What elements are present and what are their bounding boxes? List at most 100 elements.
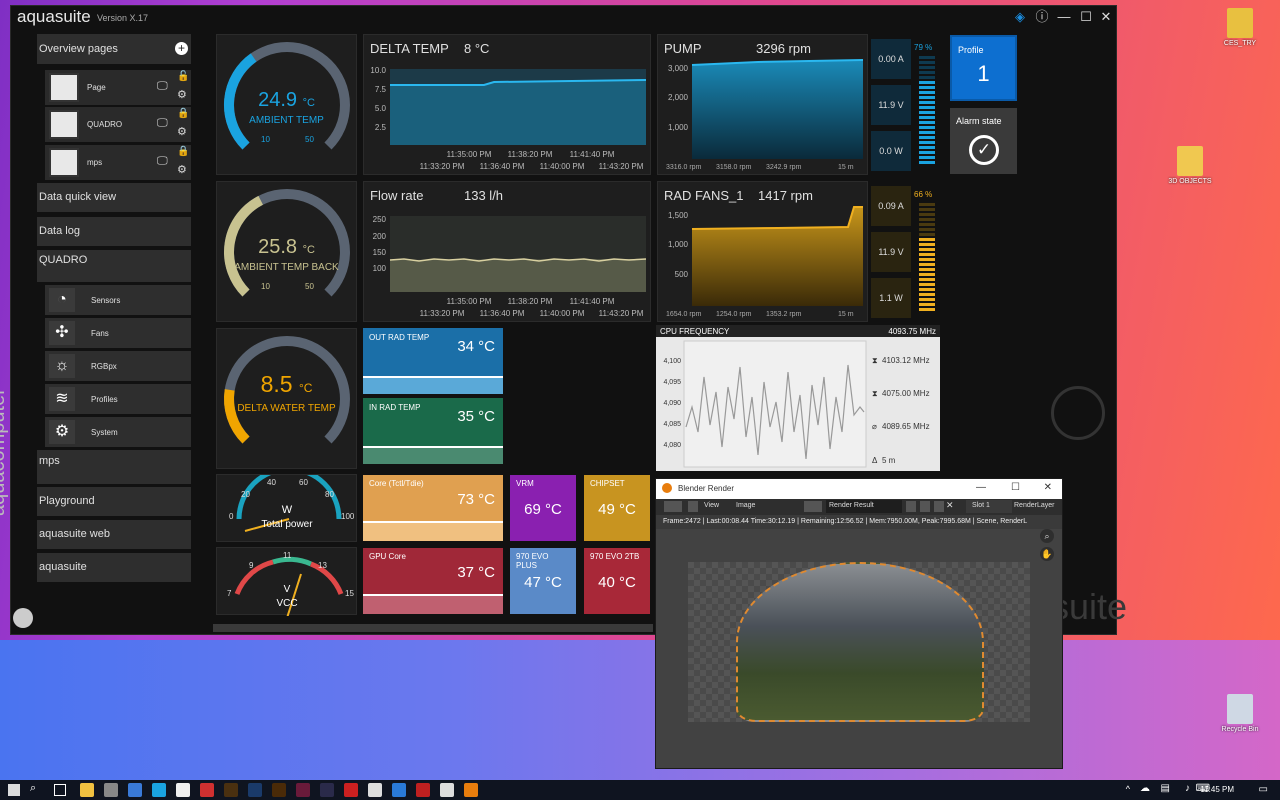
cpu-core-tile[interactable]: Core (Tctl/Tdie) 73 °C: [363, 475, 503, 541]
page-item-quadro[interactable]: QUADRO 🖵 🔒 ⚙: [45, 107, 191, 142]
delta-temp-chart[interactable]: DELTA TEMP 8 °C 10.0 7.5 5.0 2.5 11:35:0…: [363, 34, 651, 175]
hand-icon[interactable]: ✋: [1040, 547, 1054, 561]
network-icon[interactable]: ▤: [1161, 783, 1170, 794]
search-icon[interactable]: ⌕: [30, 782, 36, 795]
file-explorer-icon[interactable]: [80, 783, 94, 797]
nav-rgbpx[interactable]: ☼ RGBpx: [45, 351, 191, 381]
page-item-page[interactable]: Page 🖵 🔓 ⚙: [45, 70, 191, 105]
close-button[interactable]: ✕: [1098, 9, 1114, 25]
app-taskbar-icon[interactable]: [416, 783, 430, 797]
gear-icon[interactable]: ⚙: [177, 125, 187, 138]
lock-open-icon[interactable]: 🔓: [177, 71, 189, 82]
info-icon[interactable]: ⓘ: [1034, 9, 1050, 25]
app-taskbar-icon[interactable]: [128, 783, 142, 797]
render-layer-dropdown[interactable]: RenderLayer: [1014, 502, 1054, 509]
in-rad-temp-tile[interactable]: IN RAD TEMP 35 °C: [363, 398, 503, 464]
taskbar-clock[interactable]: 11:45 PM: [1200, 785, 1234, 794]
windows-start-icon[interactable]: [8, 784, 20, 796]
fake-user-icon[interactable]: [906, 501, 916, 512]
notification-icon[interactable]: ▭: [1259, 784, 1268, 795]
desktop-icon-3d-objects[interactable]: 3D OBJECTS: [1150, 146, 1230, 185]
rad-fans-chart[interactable]: RAD FANS_1 1417 rpm 1,500 1,000 500 1654…: [657, 181, 868, 322]
autodesk-icon[interactable]: [344, 783, 358, 797]
vrm-tile[interactable]: VRM 69 °C: [510, 475, 576, 541]
nav-profiles[interactable]: ≋ Profiles: [45, 384, 191, 414]
maximize-button[interactable]: ☐: [1011, 482, 1020, 493]
monitor-icon[interactable]: 🖵: [157, 155, 168, 168]
close-button[interactable]: ✕: [1044, 482, 1052, 493]
unlink-icon[interactable]: ✕: [946, 500, 956, 513]
nav-fans[interactable]: ✣ Fans: [45, 318, 191, 348]
photoshop-icon[interactable]: [248, 783, 262, 797]
nav-aquasuite[interactable]: aquasuite: [37, 553, 191, 582]
page-item-mps[interactable]: mps 🖵 🔒 ⚙: [45, 145, 191, 180]
nav-playground[interactable]: Playground: [37, 487, 191, 516]
render-canvas[interactable]: [688, 562, 1030, 722]
image-icon[interactable]: [688, 501, 698, 512]
total-power-gauge[interactable]: 0 20 40 60 80 100 W Total power: [216, 474, 357, 542]
desktop-icon-recycle-bin[interactable]: Recycle Bin: [1200, 694, 1280, 733]
image-name-field[interactable]: Render Result: [826, 500, 902, 513]
app-taskbar-icon[interactable]: [440, 783, 454, 797]
image-browse-icon[interactable]: [804, 501, 822, 512]
horizontal-scrollbar[interactable]: [213, 624, 653, 632]
delta-water-temp-gauge[interactable]: 8.5 °C DELTA WATER TEMP: [216, 328, 357, 469]
nav-system[interactable]: ⚙ System: [45, 417, 191, 447]
ssd-evo-2tb-tile[interactable]: 970 EVO 2TB 40 °C: [584, 548, 650, 614]
profile-tile[interactable]: Profile 1: [950, 35, 1017, 101]
task-view-icon[interactable]: [54, 784, 66, 796]
pump-chart[interactable]: PUMP 3296 rpm 3,000 2,000 1,000 3316.0 r…: [657, 34, 868, 175]
blender-taskbar-icon[interactable]: [464, 783, 478, 797]
vcc-gauge[interactable]: 7 9 11 13 15 V VCC: [216, 547, 357, 616]
desktop-icon-ces[interactable]: CES_TRY: [1200, 8, 1280, 47]
app-taskbar-icon[interactable]: [392, 783, 406, 797]
lock-icon[interactable]: 🔒: [177, 108, 189, 119]
nav-quadro[interactable]: QUADRO: [37, 250, 191, 282]
chipset-tile[interactable]: CHIPSET 49 °C: [584, 475, 650, 541]
minimize-button[interactable]: —: [976, 482, 986, 493]
nav-overview-pages[interactable]: Overview pages +: [37, 34, 191, 64]
flow-rate-chart[interactable]: Flow rate 133 l/h 250 200 150 100 11:35:…: [363, 181, 651, 322]
gear-icon[interactable]: ⚙: [177, 163, 187, 176]
app-taskbar-icon[interactable]: [368, 783, 382, 797]
minimize-button[interactable]: —: [1056, 9, 1072, 25]
slot-dropdown[interactable]: Slot 1: [966, 500, 1012, 513]
nav-data-log[interactable]: Data log: [37, 217, 191, 246]
indesign-icon[interactable]: [296, 783, 310, 797]
nav-mps[interactable]: mps: [37, 450, 191, 484]
add-page-icon[interactable]: +: [175, 42, 188, 55]
nav-sensors[interactable]: ◔ Sensors: [45, 285, 191, 315]
tray-chevron-icon[interactable]: ^: [1126, 784, 1130, 794]
nav-data-quick-view[interactable]: Data quick view: [37, 183, 191, 212]
editor-type-icon[interactable]: [664, 501, 682, 512]
monitor-icon[interactable]: 🖵: [157, 117, 168, 130]
illustrator-icon[interactable]: [272, 783, 286, 797]
alarm-state-tile[interactable]: Alarm state ✓: [950, 108, 1017, 174]
app-taskbar-icon[interactable]: [320, 783, 334, 797]
aquasuite-taskbar-icon[interactable]: [104, 783, 118, 797]
monitor-icon[interactable]: 🖵: [157, 80, 168, 93]
nav-aquasuite-web[interactable]: aquasuite web: [37, 520, 191, 549]
menu-view[interactable]: View: [704, 502, 719, 509]
maximize-button[interactable]: ☐: [1078, 9, 1094, 25]
cpu-frequency-chart[interactable]: CPU FREQUENCY 4093.75 MHz 4,100 4,095 4,…: [656, 325, 940, 471]
ambient-temp-gauge[interactable]: 24.9 °C AMBIENT TEMP 10 50: [216, 34, 357, 175]
lock-icon[interactable]: 🔒: [177, 146, 189, 157]
layers-icon[interactable]: ◈: [1012, 9, 1028, 25]
out-rad-temp-tile[interactable]: OUT RAD TEMP 34 °C: [363, 328, 503, 394]
cloud-icon[interactable]: ☁: [1140, 783, 1150, 794]
app-taskbar-icon[interactable]: [176, 783, 190, 797]
folder-icon[interactable]: [934, 501, 944, 512]
gear-icon[interactable]: ⚙: [177, 88, 187, 101]
volume-icon[interactable]: ♪: [1185, 783, 1190, 794]
acrobat-icon[interactable]: [200, 783, 214, 797]
gpu-core-tile[interactable]: GPU Core 37 °C: [363, 548, 503, 614]
copy-icon[interactable]: [920, 501, 930, 512]
ambient-temp-back-gauge[interactable]: 25.8 °C AMBIENT TEMP BACK 10 50: [216, 181, 357, 322]
menu-image[interactable]: Image: [736, 502, 755, 509]
blender-logo-icon: [662, 483, 672, 493]
bridge-icon[interactable]: [224, 783, 238, 797]
edge-icon[interactable]: [152, 783, 166, 797]
ssd-evo-plus-tile[interactable]: 970 EVO PLUS 47 °C: [510, 548, 576, 614]
zoom-icon[interactable]: ⌕: [1040, 529, 1054, 543]
